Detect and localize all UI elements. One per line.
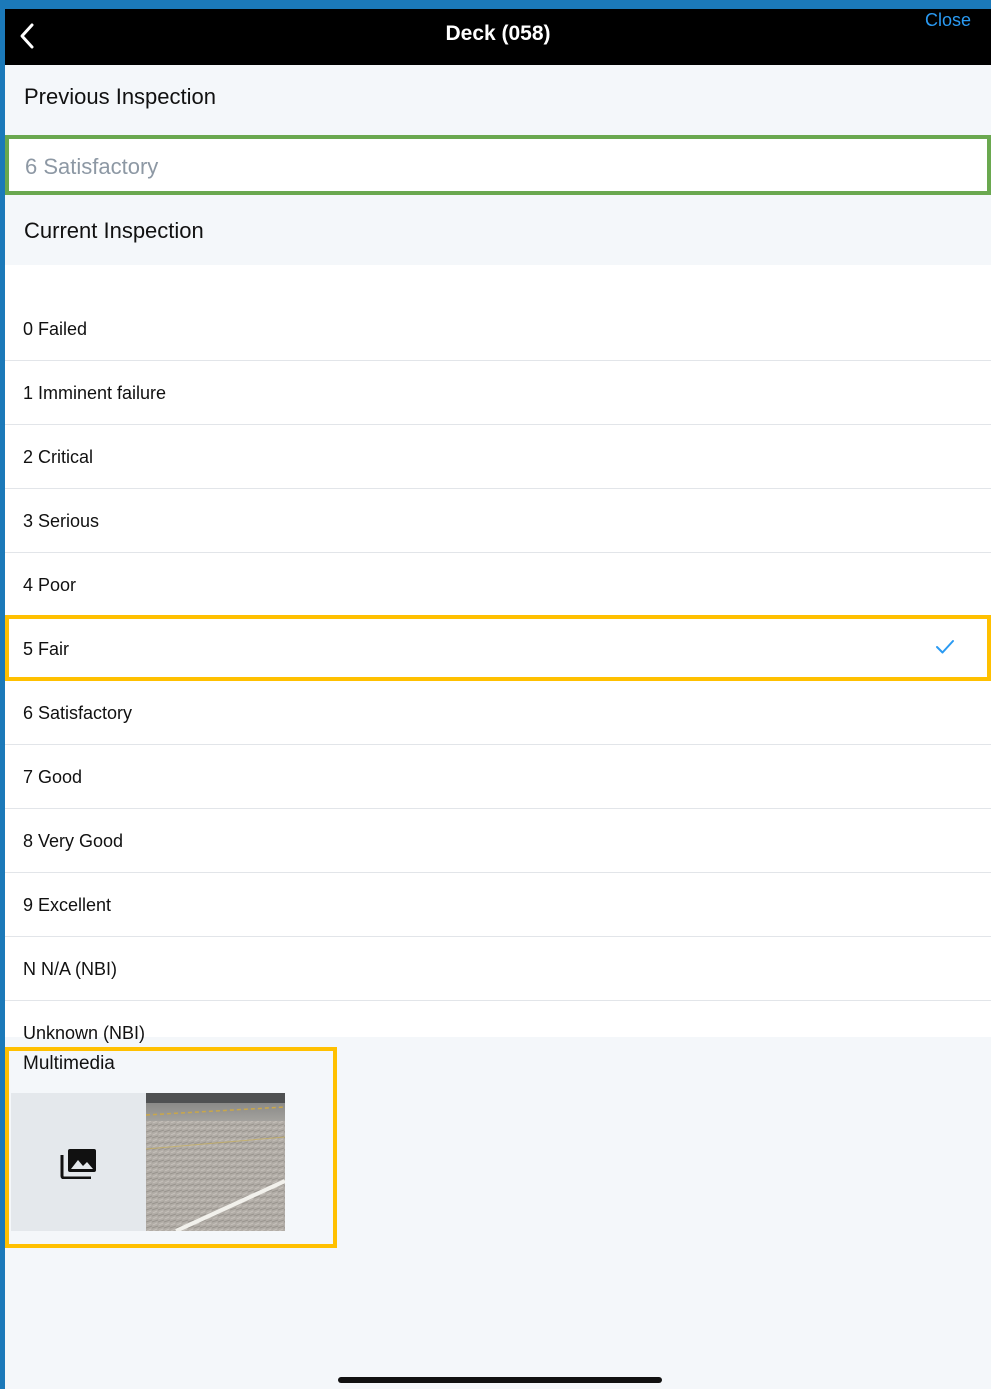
page-title: Deck (058) — [445, 22, 551, 45]
navigation-bar: Deck (058) Close — [5, 9, 991, 65]
rating-option-label: 6 Satisfactory — [23, 703, 133, 723]
rating-option-label: 2 Critical — [23, 447, 94, 467]
rating-option-n[interactable]: N N/A (NBI) — [5, 937, 991, 1001]
rating-option-1[interactable]: 1 Imminent failure — [5, 361, 991, 425]
rating-option-label: 3 Serious — [23, 511, 100, 531]
rating-option-4[interactable]: 4 Poor — [5, 553, 991, 617]
home-indicator — [338, 1377, 662, 1383]
rating-option-label: N N/A (NBI) — [23, 959, 118, 979]
rating-option-9[interactable]: 9 Excellent — [5, 873, 991, 937]
rating-option-label: 9 Excellent — [23, 895, 112, 915]
rating-options-list: 0 Failed 1 Imminent failure 2 Critical 3… — [5, 265, 991, 1043]
rating-option-6[interactable]: 6 Satisfactory — [5, 681, 991, 745]
rating-option-label: 7 Good — [23, 767, 83, 787]
previous-inspection-title: Previous Inspection — [24, 84, 216, 109]
rating-option-label: 4 Poor — [23, 575, 77, 595]
rating-option-7[interactable]: 7 Good — [5, 745, 991, 809]
media-thumbnail[interactable] — [146, 1093, 285, 1231]
checkmark-icon — [936, 640, 954, 654]
rating-option-label: 0 Failed — [23, 319, 88, 339]
rating-option-8[interactable]: 8 Very Good — [5, 809, 991, 873]
photo-library-icon — [60, 1149, 96, 1179]
rating-option-0[interactable]: 0 Failed — [5, 297, 991, 361]
screen: Deck (058) Close Previous Inspection 6 S… — [5, 9, 991, 1389]
rating-option-3[interactable]: 3 Serious — [5, 489, 991, 553]
rating-option-label: 5 Fair — [23, 639, 70, 659]
rating-option-5-selected[interactable]: 5 Fair — [5, 617, 991, 681]
rating-option-unknown[interactable]: Unknown (NBI) — [5, 1001, 991, 1043]
add-media-button[interactable] — [11, 1093, 146, 1231]
previous-inspection-value: 6 Satisfactory — [25, 154, 159, 179]
previous-inspection-header: Previous Inspection — [5, 65, 991, 127]
close-button[interactable]: Close — [925, 10, 971, 31]
rating-option-label: Unknown (NBI) — [23, 1023, 146, 1043]
rating-option-label: 8 Very Good — [23, 831, 124, 851]
current-inspection-header: Current Inspection — [5, 199, 991, 261]
multimedia-title: Multimedia — [23, 1053, 115, 1074]
bridge-deck-photo — [146, 1093, 285, 1231]
current-inspection-title: Current Inspection — [24, 218, 204, 243]
previous-inspection-value-field: 6 Satisfactory — [5, 135, 991, 195]
rating-option-label: 1 Imminent failure — [23, 383, 167, 403]
rating-option-2[interactable]: 2 Critical — [5, 425, 991, 489]
